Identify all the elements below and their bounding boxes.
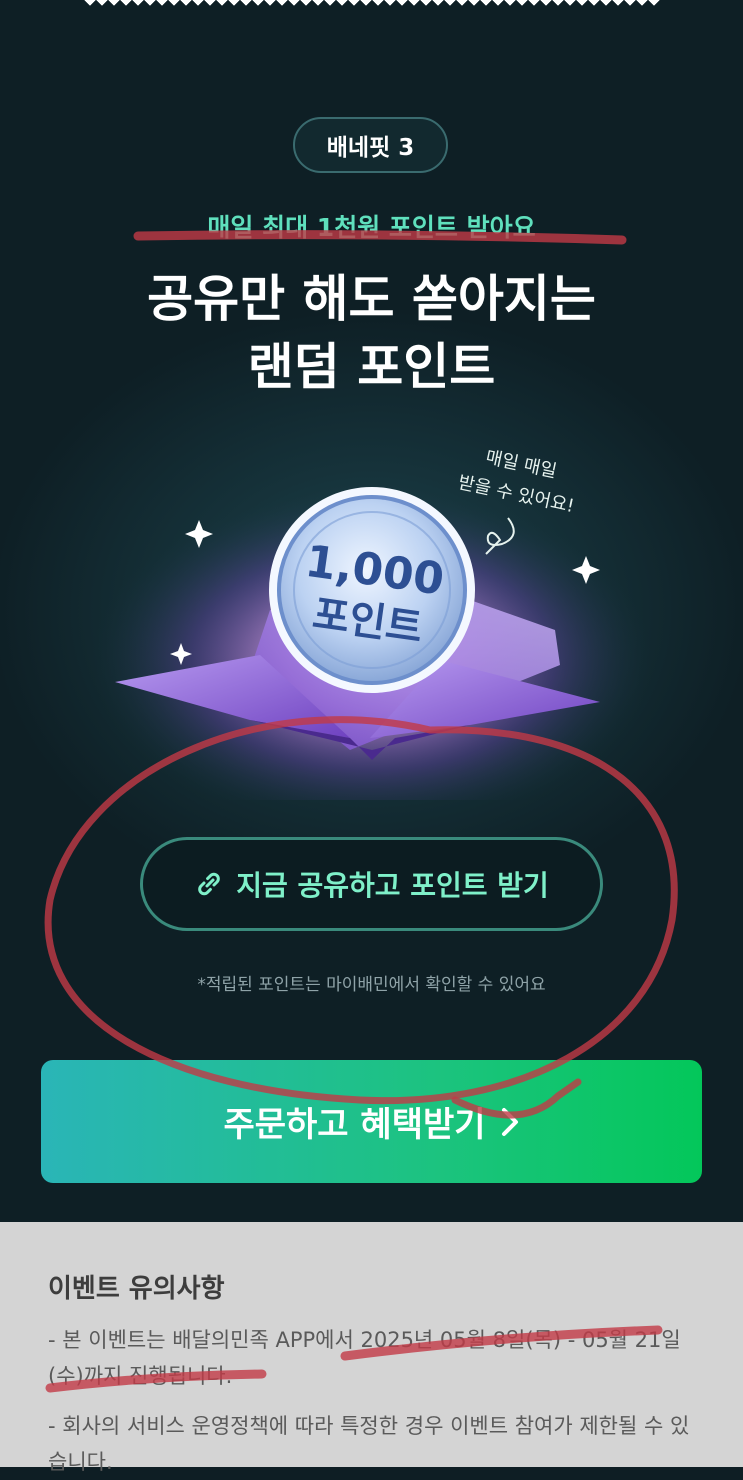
points-note: *적립된 포인트는 마이배민에서 확인할 수 있어요 [197,975,546,995]
order-button-label: 주문하고 혜택받기 [223,1105,486,1145]
event-subtitle: 매일 최대 1천원 포인트 받아요 [207,213,536,242]
handwriting-line-1: 매일 매일 [484,447,559,483]
order-benefit-button[interactable]: 주문하고 혜택받기 [41,1060,702,1183]
ticket-edge [84,0,660,10]
event-hero: 배네핏 3 매일 최대 1천원 포인트 받아요 공유만 해도 쏟아지는 랜덤 포… [0,0,743,1222]
title-line-2: 랜덤 포인트 [247,338,496,396]
notice-title: 이벤트 유의사항 [48,1274,225,1304]
link-icon [198,872,220,896]
share-button[interactable]: 지금 공유하고 포인트 받기 [140,837,603,931]
benefit-badge: 배네핏 3 [293,117,448,173]
notice-item-1: - 본 이벤트는 배달의민족 APP에서 2025년 05월 8일(목) - 0… [48,1328,681,1388]
share-button-label: 지금 공유하고 포인트 받기 [236,869,549,902]
title-line-1: 공유만 해도 쏟아지는 [147,270,596,328]
event-title: 공유만 해도 쏟아지는 랜덤 포인트 [0,265,743,401]
chevron-right-icon [501,1107,518,1136]
notice-item-2: - 회사의 서비스 운영정책에 따라 특정한 경우 이벤트 참여가 제한될 수 … [48,1414,690,1474]
event-notice: 이벤트 유의사항 - 본 이벤트는 배달의민족 APP에서 2025년 05월 … [0,1222,743,1474]
coin-illustration: 1,000 포인트 매일 매일 받을 수 있어요! [92,447,652,800]
